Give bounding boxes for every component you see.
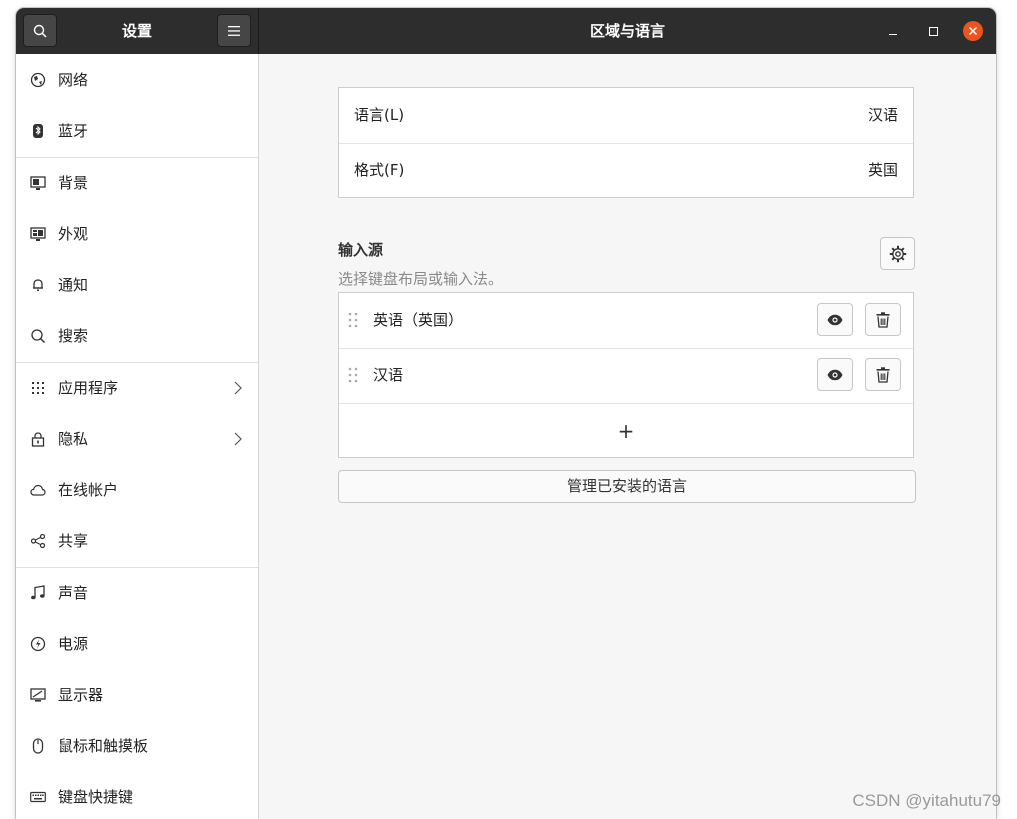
format-value: 英国 — [867, 161, 898, 179]
sidebar-item-label: 应用程序 — [58, 379, 119, 397]
input-source-row[interactable]: 英语（英国） — [339, 293, 913, 348]
apps-grid-icon — [30, 380, 46, 396]
sidebar-item-label: 鼠标和触摸板 — [58, 737, 149, 755]
input-source-label: 英语（英国） — [373, 311, 464, 329]
sidebar-item-label: 共享 — [58, 532, 89, 550]
sidebar-item-displays[interactable]: 显示器 — [16, 670, 258, 721]
close-icon — [969, 27, 977, 35]
chevron-right-icon — [234, 381, 242, 395]
remove-source-button[interactable] — [865, 358, 901, 391]
close-button[interactable] — [963, 21, 983, 41]
language-format-panel: 语言(L) 汉语 格式(F) 英国 — [338, 87, 914, 198]
sidebar-title: 设置 — [121, 22, 152, 40]
hamburger-icon — [228, 25, 240, 36]
main-content: 语言(L) 汉语 格式(F) 英国 输入源 选择键盘布局或输入法。 英语（英国）… — [259, 54, 996, 819]
cloud-icon — [30, 482, 46, 498]
sidebar-item-label: 在线帐户 — [58, 481, 119, 499]
trash-icon — [876, 311, 890, 328]
sidebar-item-bluetooth[interactable]: 蓝牙 — [16, 106, 258, 157]
sidebar: 网络 蓝牙 背景 外观 通知 搜索 应用程序 隐私 在线帐户 共享 声音 电源 … — [16, 54, 259, 819]
input-sources-options-button[interactable] — [880, 237, 915, 270]
search-icon — [33, 24, 47, 38]
sidebar-item-sound[interactable]: 声音 — [16, 568, 258, 619]
appearance-monitor-icon — [30, 226, 46, 242]
language-row[interactable]: 语言(L) 汉语 — [339, 88, 913, 143]
bluetooth-icon — [30, 123, 46, 139]
power-icon — [30, 636, 46, 652]
search-icon — [30, 328, 46, 344]
background-monitor-icon — [30, 175, 46, 191]
sidebar-item-label: 声音 — [58, 584, 89, 602]
sidebar-item-appearance[interactable]: 外观 — [16, 209, 258, 260]
bell-icon — [30, 277, 46, 293]
music-note-icon — [30, 585, 46, 601]
minimize-icon — [889, 33, 897, 35]
drag-handle-icon[interactable] — [347, 367, 359, 383]
manage-installed-languages-button[interactable]: 管理已安装的语言 — [338, 470, 916, 503]
share-icon — [30, 533, 46, 549]
sidebar-item-applications[interactable]: 应用程序 — [16, 363, 258, 414]
trash-icon — [876, 366, 890, 383]
eye-icon — [827, 314, 843, 325]
input-source-label: 汉语 — [373, 366, 404, 384]
sidebar-item-network[interactable]: 网络 — [16, 55, 258, 106]
search-button[interactable] — [23, 14, 57, 47]
input-sources-title: 输入源 — [338, 241, 384, 259]
sidebar-item-label: 通知 — [58, 276, 89, 294]
sidebar-item-label: 外观 — [58, 225, 89, 243]
sidebar-item-online-accounts[interactable]: 在线帐户 — [16, 465, 258, 516]
sidebar-item-sharing[interactable]: 共享 — [16, 516, 258, 567]
sidebar-item-mouse-touchpad[interactable]: 鼠标和触摸板 — [16, 721, 258, 772]
menu-button[interactable] — [217, 14, 251, 47]
maximize-button[interactable] — [923, 21, 943, 41]
sidebar-item-label: 隐私 — [58, 430, 89, 448]
maximize-icon — [928, 26, 938, 36]
lock-icon — [30, 431, 46, 447]
sidebar-item-background[interactable]: 背景 — [16, 158, 258, 209]
add-input-source-button[interactable]: + — [339, 403, 913, 458]
sidebar-item-label: 蓝牙 — [58, 122, 89, 140]
display-icon — [30, 687, 46, 703]
minimize-button[interactable] — [883, 21, 903, 41]
preview-layout-button[interactable] — [817, 358, 853, 391]
sidebar-item-search[interactable]: 搜索 — [16, 311, 258, 362]
watermark-text: CSDN @yitahutu79 — [852, 791, 1001, 810]
settings-window: 设置 区域与语言 网络 蓝牙 背景 外观 通知 搜索 应用程序 隐私 在线帐户 … — [16, 8, 996, 819]
header-bar: 设置 区域与语言 — [16, 8, 996, 54]
sidebar-item-label: 显示器 — [58, 686, 104, 704]
gear-icon — [889, 245, 906, 262]
sidebar-item-privacy[interactable]: 隐私 — [16, 414, 258, 465]
eye-icon — [827, 369, 843, 380]
input-source-row[interactable]: 汉语 — [339, 348, 913, 403]
format-row[interactable]: 格式(F) 英国 — [339, 143, 913, 198]
mouse-icon — [30, 738, 46, 754]
sidebar-item-label: 搜索 — [58, 327, 89, 345]
chevron-right-icon — [234, 432, 242, 446]
network-globe-icon — [30, 72, 46, 88]
add-label: + — [617, 418, 635, 443]
input-sources-subtitle: 选择键盘布局或输入法。 — [338, 270, 504, 288]
sidebar-item-notifications[interactable]: 通知 — [16, 260, 258, 311]
drag-handle-icon[interactable] — [347, 312, 359, 328]
sidebar-item-keyboard-shortcuts[interactable]: 键盘快捷键 — [16, 772, 258, 819]
preview-layout-button[interactable] — [817, 303, 853, 336]
input-sources-list: 英语（英国） 汉语 + — [338, 292, 914, 458]
sidebar-item-power[interactable]: 电源 — [16, 619, 258, 670]
sidebar-item-label: 键盘快捷键 — [58, 788, 134, 806]
format-label: 格式(F) — [354, 161, 405, 179]
language-label: 语言(L) — [354, 106, 405, 124]
language-value: 汉语 — [867, 106, 898, 124]
remove-source-button[interactable] — [865, 303, 901, 336]
keyboard-icon — [30, 789, 46, 805]
sidebar-item-label: 电源 — [58, 635, 89, 653]
sidebar-item-label: 网络 — [58, 71, 89, 89]
sidebar-item-label: 背景 — [58, 174, 89, 192]
